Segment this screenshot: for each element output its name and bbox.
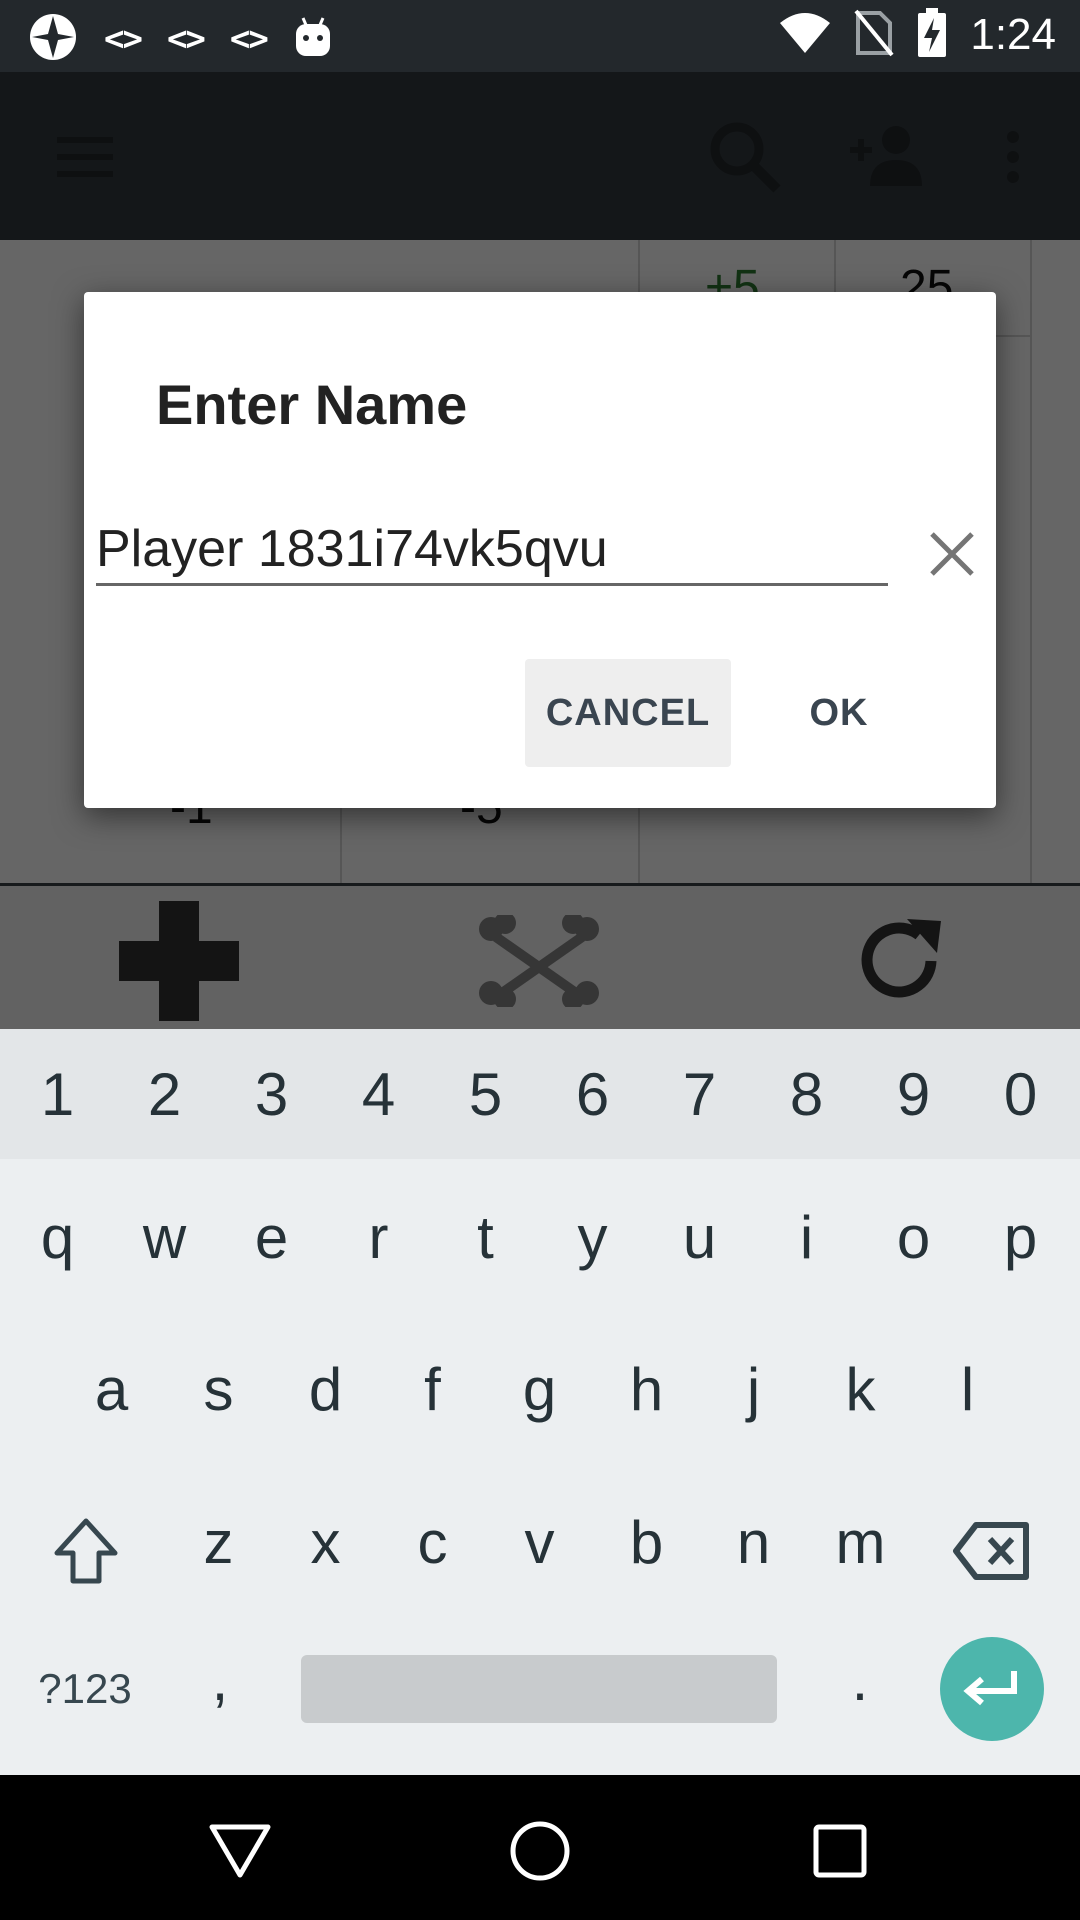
clock: 1:24	[970, 10, 1056, 59]
key-w[interactable]: w	[111, 1182, 218, 1292]
symbols-key[interactable]: ?123	[20, 1639, 150, 1739]
comma-key[interactable]: ,	[170, 1629, 270, 1729]
enter-name-dialog: Enter Name CANCEL OK	[84, 292, 996, 808]
battery-charging-icon	[916, 8, 948, 62]
dialog-title: Enter Name	[156, 373, 468, 436]
key-x[interactable]: x	[272, 1487, 379, 1597]
enter-icon	[963, 1671, 1017, 1706]
enter-key[interactable]	[940, 1637, 1044, 1741]
key-v[interactable]: v	[486, 1487, 593, 1597]
key-3[interactable]: 3	[218, 1039, 325, 1149]
key-1[interactable]: 1	[4, 1039, 111, 1149]
key-c[interactable]: c	[379, 1487, 486, 1597]
clear-icon[interactable]	[912, 514, 992, 594]
android-icon	[293, 16, 333, 62]
key-n[interactable]: n	[700, 1487, 807, 1597]
recents-icon[interactable]	[790, 1801, 890, 1901]
key-q[interactable]: q	[4, 1182, 111, 1292]
key-2[interactable]: 2	[111, 1039, 218, 1149]
key-6[interactable]: 6	[539, 1039, 646, 1149]
no-sim-icon	[854, 9, 894, 61]
wifi-icon	[778, 11, 832, 59]
key-a[interactable]: a	[58, 1334, 165, 1444]
key-m[interactable]: m	[807, 1487, 914, 1597]
home-icon[interactable]	[490, 1801, 590, 1901]
key-b[interactable]: b	[593, 1487, 700, 1597]
key-l[interactable]: l	[914, 1334, 1021, 1444]
key-h[interactable]: h	[593, 1334, 700, 1444]
key-p[interactable]: p	[967, 1182, 1074, 1292]
ok-button[interactable]: OK	[784, 659, 894, 767]
key-f[interactable]: f	[379, 1334, 486, 1444]
backspace-icon[interactable]	[930, 1496, 1054, 1606]
status-bar: <> <> <> 1:24	[0, 0, 1080, 72]
key-j[interactable]: j	[700, 1334, 807, 1444]
soft-keyboard: 1234567890 qwertyuiop asdfghjkl zxcvbnm ?12…	[0, 1029, 1080, 1775]
code-icon: <>	[229, 19, 269, 59]
key-e[interactable]: e	[218, 1182, 325, 1292]
key-i[interactable]: i	[753, 1182, 860, 1292]
key-4[interactable]: 4	[325, 1039, 432, 1149]
key-r[interactable]: r	[325, 1182, 432, 1292]
key-y[interactable]: y	[539, 1182, 646, 1292]
cancel-button[interactable]: CANCEL	[525, 659, 731, 767]
navigation-bar	[0, 1775, 1080, 1920]
key-g[interactable]: g	[486, 1334, 593, 1444]
key-u[interactable]: u	[646, 1182, 753, 1292]
code-icon: <>	[104, 19, 143, 59]
key-7[interactable]: 7	[646, 1039, 753, 1149]
back-icon[interactable]	[190, 1801, 290, 1901]
key-d[interactable]: d	[272, 1334, 379, 1444]
key-t[interactable]: t	[432, 1182, 539, 1292]
key-k[interactable]: k	[807, 1334, 914, 1444]
shift-icon[interactable]	[28, 1496, 144, 1606]
key-0[interactable]: 0	[967, 1039, 1074, 1149]
key-s[interactable]: s	[165, 1334, 272, 1444]
key-o[interactable]: o	[860, 1182, 967, 1292]
name-input[interactable]	[96, 514, 888, 586]
app-notification-icon	[28, 12, 78, 66]
space-key[interactable]	[301, 1655, 777, 1723]
key-z[interactable]: z	[165, 1487, 272, 1597]
period-key[interactable]: .	[810, 1629, 910, 1729]
key-5[interactable]: 5	[432, 1039, 539, 1149]
key-8[interactable]: 8	[753, 1039, 860, 1149]
code-icon: <>	[166, 19, 206, 59]
key-9[interactable]: 9	[860, 1039, 967, 1149]
